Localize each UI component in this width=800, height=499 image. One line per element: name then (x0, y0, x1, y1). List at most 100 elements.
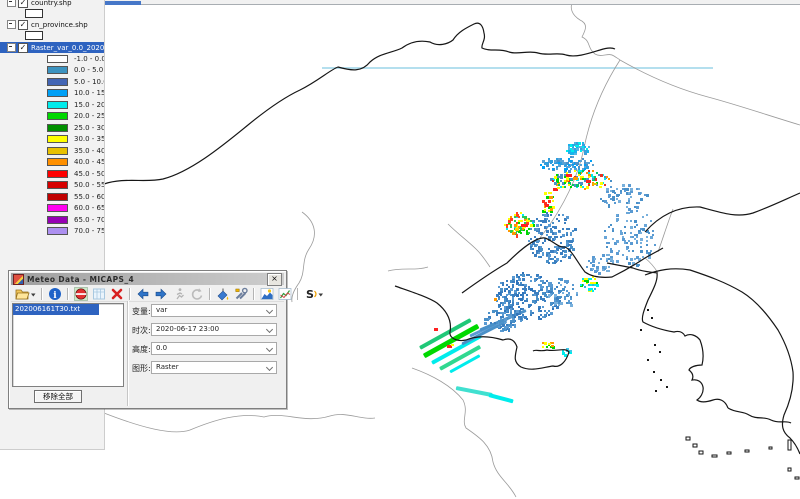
dialog-toolbar: iS (11, 286, 284, 302)
open-file-button[interactable] (13, 286, 38, 301)
area-chart-button[interactable] (258, 286, 276, 301)
toolbar-separator (209, 288, 211, 300)
field-combobox[interactable]: 2020-06-17 23:00 (151, 323, 277, 336)
field-combobox[interactable]: 0.0 (151, 342, 277, 355)
layer-item-cn_province.shp[interactable]: ✓cn_province.shp (0, 19, 104, 30)
legend-range-label: 5.0 - 10.0 (74, 78, 105, 86)
toolbar-separator (67, 288, 69, 300)
fill-style-button[interactable] (214, 286, 232, 301)
layer-item-Raster_var_0.0_2020-06[interactable]: ✓Raster_var_0.0_2020-06 (0, 42, 104, 53)
legend-range-label: 10.0 - 15.0 (74, 89, 105, 97)
legend-item[interactable]: 10.0 - 15.0 (0, 88, 104, 100)
layer-checkbox[interactable]: ✓ (18, 43, 28, 53)
legend-item[interactable]: 20.0 - 25.0 (0, 111, 104, 123)
field-row: 变量:var (132, 304, 277, 317)
chevron-down-icon[interactable] (266, 307, 273, 314)
forward-icon (154, 287, 168, 301)
layer-checkbox[interactable]: ✓ (18, 0, 28, 8)
legend-color-swatch (47, 216, 68, 224)
layer-label: cn_province.shp (31, 21, 88, 29)
layer-item-country.shp[interactable]: ✓country.shp (0, 0, 104, 8)
expander-icon[interactable] (7, 0, 16, 7)
legend-range-label: 55.0 - 60.0 (74, 193, 105, 201)
legend-item[interactable]: -1.0 - 0.0 (0, 53, 104, 65)
legend-range-label: 30.0 - 35.0 (74, 135, 105, 143)
legend-item[interactable]: 0.0 - 5.0 (0, 65, 104, 77)
field-row: 时次: 2020-06-17 23:00 (132, 323, 277, 336)
chevron-down-icon[interactable] (266, 326, 273, 333)
legend-color-swatch (47, 147, 68, 155)
file-list-item[interactable]: 202006161T30.txt (13, 304, 99, 315)
info-icon: i (48, 287, 62, 301)
legend-item[interactable]: 55.0 - 60.0 (0, 191, 104, 203)
animate-button[interactable] (170, 286, 188, 301)
legend-range-label: -1.0 - 0.0 (74, 55, 105, 63)
legend-item[interactable]: 65.0 - 70.0 (0, 214, 104, 226)
expander-icon[interactable] (7, 20, 16, 29)
layer-tree: ✓country.shp✓cn_province.shp✓Raster_var_… (0, 0, 104, 237)
legend-item[interactable]: 60.0 - 65.0 (0, 203, 104, 215)
dialog-app-icon (13, 274, 24, 285)
legend-item[interactable]: 5.0 - 10.0 (0, 76, 104, 88)
file-list[interactable]: 202006161T30.txt (12, 303, 124, 387)
top-toolbar-edge (104, 0, 800, 5)
back-button[interactable] (134, 286, 152, 301)
animate-icon (172, 287, 186, 301)
field-combobox[interactable]: var (151, 304, 277, 317)
svg-text:S: S (306, 288, 314, 301)
toolbar-separator (41, 288, 43, 300)
tools-icon (234, 287, 248, 301)
forward-button[interactable] (152, 286, 170, 301)
legend-color-swatch (47, 55, 68, 63)
toolbar-separator (129, 288, 131, 300)
legend-item[interactable]: 15.0 - 20.0 (0, 99, 104, 111)
sound-button[interactable]: S (302, 286, 326, 301)
legend-color-swatch (47, 204, 68, 212)
legend-item[interactable]: 35.0 - 40.0 (0, 145, 104, 157)
combobox-value: 2020-06-17 23:00 (156, 325, 219, 333)
legend-color-swatch (47, 101, 68, 109)
remove-layer-button[interactable] (72, 286, 90, 301)
line-chart-icon (278, 287, 292, 301)
combobox-value: var (156, 306, 167, 314)
chevron-down-icon[interactable] (266, 364, 273, 371)
legend-item[interactable]: 70.0 - 75.0 (0, 226, 104, 238)
chevron-down-icon[interactable] (266, 345, 273, 352)
shape-symbol-swatch[interactable] (25, 31, 43, 40)
svg-text:i: i (53, 291, 57, 301)
info-button[interactable]: i (46, 286, 64, 301)
layer-checkbox[interactable]: ✓ (18, 20, 28, 30)
legend-range-label: 45.0 - 50.0 (74, 170, 105, 178)
legend-item[interactable]: 45.0 - 50.0 (0, 168, 104, 180)
toolbar-separator (297, 288, 299, 300)
close-icon[interactable]: × (267, 273, 282, 286)
table-view-button[interactable] (90, 286, 108, 301)
legend-item[interactable]: 40.0 - 45.0 (0, 157, 104, 169)
tools-button[interactable] (232, 286, 250, 301)
line-chart-button[interactable] (276, 286, 294, 301)
shape-symbol-swatch[interactable] (25, 9, 43, 18)
legend-range-label: 35.0 - 40.0 (74, 147, 105, 155)
combobox-value: 0.0 (156, 344, 167, 352)
field-label: 高度: (132, 344, 151, 355)
refresh-icon (190, 287, 204, 301)
field-combobox[interactable]: Raster (151, 361, 277, 374)
toolbar-separator (253, 288, 255, 300)
app-window: ✓country.shp✓cn_province.shp✓Raster_var_… (0, 0, 800, 499)
field-row: 图形:Raster (132, 361, 277, 374)
dialog-titlebar[interactable]: Meteo Data - MICAPS_4 × (11, 273, 284, 285)
legend-color-swatch (47, 170, 68, 178)
delete-button[interactable] (108, 286, 126, 301)
expander-icon[interactable] (7, 43, 16, 52)
field-label: 时次: (132, 325, 151, 336)
remove-all-button[interactable]: 移除全部 (34, 390, 82, 403)
legend-item[interactable]: 30.0 - 35.0 (0, 134, 104, 146)
legend-color-swatch (47, 158, 68, 166)
meteo-data-dialog[interactable]: Meteo Data - MICAPS_4 × iS 202006161T30.… (8, 270, 287, 409)
refresh-button[interactable] (188, 286, 206, 301)
legend-item[interactable]: 25.0 - 30.0 (0, 122, 104, 134)
legend-item[interactable]: 50.0 - 55.0 (0, 180, 104, 192)
map-canvas[interactable] (0, 0, 800, 499)
open-file-icon (15, 287, 36, 301)
legend-color-swatch (47, 78, 68, 86)
